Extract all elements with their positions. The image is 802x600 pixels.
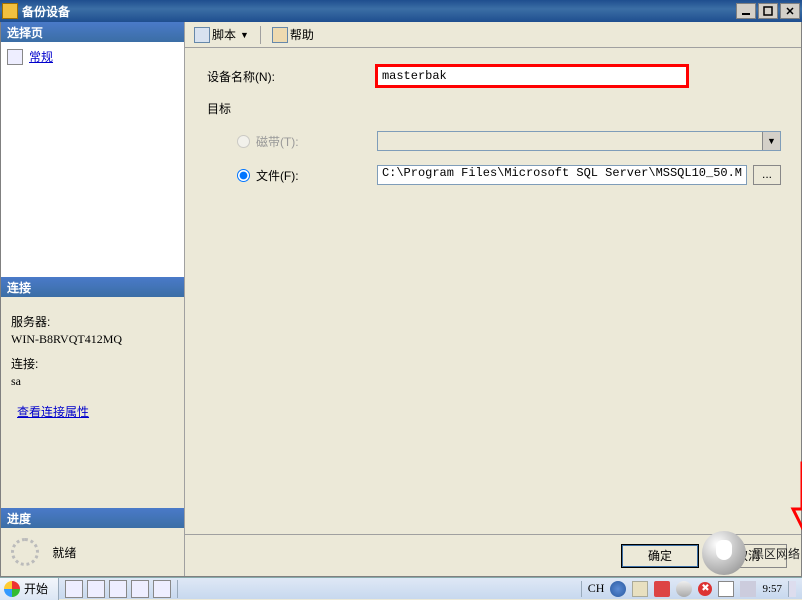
script-label: 脚本	[212, 26, 236, 43]
blocked-icon[interactable]: ✖	[698, 582, 712, 596]
progress-spinner-icon	[11, 538, 39, 566]
dialog-body: 选择页 常规 连接 服务器: WIN-B8RVQT412MQ 连接: sa 查看…	[0, 22, 802, 577]
right-column: 脚本 ▼ 帮助 设备名称(N): 目标 磁带(T): ▼	[185, 22, 801, 576]
device-name-label: 设备名称(N):	[207, 68, 377, 85]
language-indicator[interactable]: CH	[588, 581, 605, 596]
connection-label: 连接:	[11, 355, 174, 372]
annotation-arrow-icon	[793, 463, 802, 538]
chevron-down-icon: ▼	[762, 132, 780, 150]
help-label: 帮助	[290, 26, 314, 43]
connection-header: 连接	[1, 277, 184, 297]
windows-orb-icon	[4, 581, 20, 597]
form-area: 设备名称(N): 目标 磁带(T): ▼ 文件(F): C:\Program F	[185, 48, 801, 534]
view-connection-props[interactable]: 查看连接属性	[11, 403, 174, 420]
view-connection-props-link: 查看连接属性	[17, 403, 89, 420]
help-button[interactable]: 帮助	[267, 23, 319, 46]
window-titlebar: 备份设备	[0, 0, 802, 22]
tape-radio	[237, 135, 250, 148]
tray-icon[interactable]	[654, 581, 670, 597]
file-radio[interactable]	[237, 169, 250, 182]
file-radio-label: 文件(F):	[256, 167, 299, 184]
script-icon	[194, 27, 210, 43]
tape-radio-label: 磁带(T):	[256, 133, 299, 150]
tray-icon[interactable]	[676, 581, 692, 597]
server-value: WIN-B8RVQT412MQ	[11, 332, 174, 347]
taskbar: 开始 CH ✖ 9:57	[0, 577, 802, 599]
quicklaunch-item[interactable]	[109, 580, 127, 598]
maximize-button[interactable]	[758, 3, 778, 19]
close-button[interactable]	[780, 3, 800, 19]
ok-button[interactable]: 确定	[621, 544, 699, 568]
quicklaunch-item[interactable]	[131, 580, 149, 598]
toolbar-separator	[260, 26, 261, 44]
cancel-button[interactable]: 取消	[709, 544, 787, 568]
browse-button[interactable]: ...	[753, 165, 781, 185]
system-tray: CH ✖ 9:57	[581, 581, 802, 597]
left-column: 选择页 常规 连接 服务器: WIN-B8RVQT412MQ 连接: sa 查看…	[1, 22, 185, 576]
progress-panel: 就绪	[1, 528, 184, 576]
quicklaunch-item[interactable]	[65, 580, 83, 598]
quicklaunch-item[interactable]	[153, 580, 171, 598]
help-icon	[272, 27, 288, 43]
window-title: 备份设备	[22, 3, 734, 20]
sidebar-item-label: 常规	[29, 48, 53, 65]
device-name-input[interactable]	[377, 66, 687, 86]
minimize-button[interactable]	[736, 3, 756, 19]
sidebar-item-general[interactable]: 常规	[7, 46, 178, 67]
toolbar: 脚本 ▼ 帮助	[185, 22, 801, 48]
tray-icon[interactable]	[632, 581, 648, 597]
start-button[interactable]: 开始	[0, 578, 59, 600]
tape-combo: ▼	[377, 131, 781, 151]
quick-launch	[59, 580, 178, 598]
connection-value: sa	[11, 374, 174, 389]
show-desktop[interactable]	[788, 581, 796, 597]
dropdown-icon: ▼	[240, 30, 249, 40]
tray-icon[interactable]	[610, 581, 626, 597]
start-label: 开始	[24, 580, 48, 597]
app-icon	[2, 3, 18, 19]
quicklaunch-item[interactable]	[87, 580, 105, 598]
page-icon	[7, 49, 23, 65]
target-label: 目标	[207, 100, 781, 117]
progress-status: 就绪	[52, 546, 76, 560]
clock[interactable]: 9:57	[762, 583, 782, 595]
progress-header: 进度	[1, 508, 184, 528]
select-page-list: 常规	[1, 42, 184, 277]
volume-icon[interactable]	[740, 581, 756, 597]
server-label: 服务器:	[11, 313, 174, 330]
select-page-header: 选择页	[1, 22, 184, 42]
tray-icon[interactable]	[718, 581, 734, 597]
script-button[interactable]: 脚本 ▼	[189, 23, 254, 46]
button-bar: 确定 取消	[185, 534, 801, 576]
connection-panel: 服务器: WIN-B8RVQT412MQ 连接: sa 查看连接属性	[1, 297, 184, 508]
file-path-input[interactable]: C:\Program Files\Microsoft SQL Server\MS…	[377, 165, 747, 185]
